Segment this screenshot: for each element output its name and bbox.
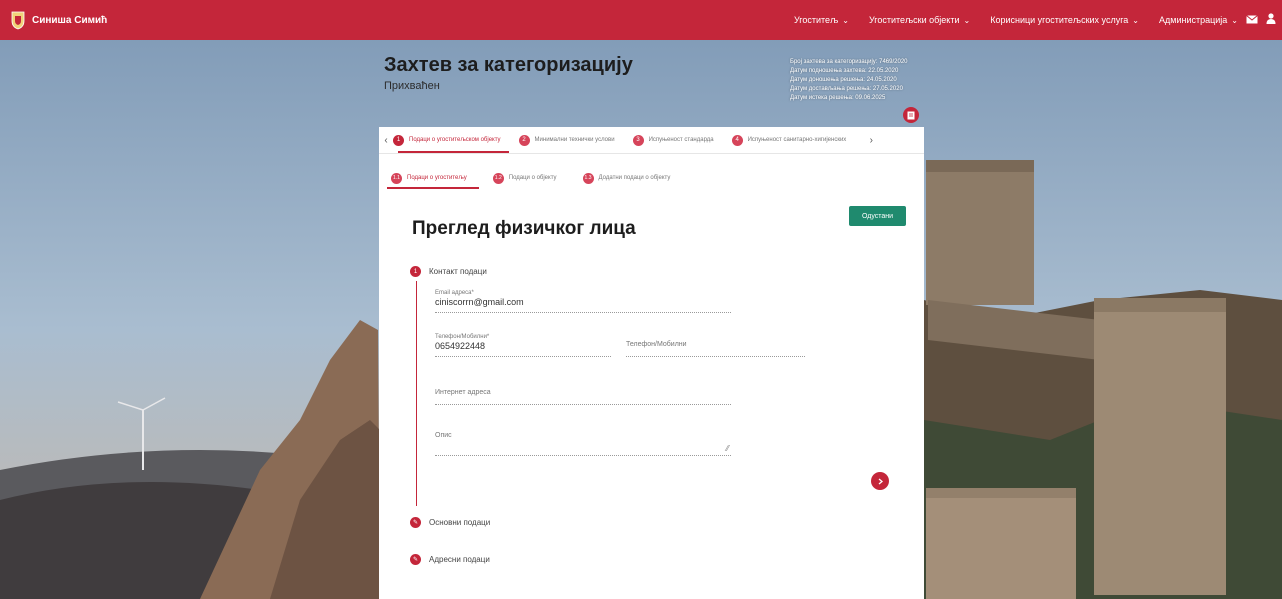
meta-line: Датум истека решења: 09.06.2025 xyxy=(790,95,886,101)
section-number: 1 xyxy=(410,266,421,277)
description-field[interactable]: Опис ⁄⁄ xyxy=(435,432,731,456)
phone-mobile-field[interactable]: Телефон/Мобилни* 0654922448 xyxy=(435,334,611,357)
form-title: Преглед физичког лица xyxy=(412,218,636,239)
step-min-technical[interactable]: 2 Минимални технички услови xyxy=(518,134,615,146)
chevron-left-icon[interactable]: ‹ xyxy=(379,135,393,146)
meta-line: Датум достављања решења: 27.05.2020 xyxy=(790,86,903,92)
subtab-caterer-data[interactable]: 1.1 Подаци о угоститељу xyxy=(391,172,467,184)
chevron-down-icon: ⌄ xyxy=(842,15,849,25)
main-menu: Угоститељ ⌄ Угоститељски објекти ⌄ Корисни… xyxy=(774,0,1238,40)
menu-caterer[interactable]: Угоститељ ⌄ xyxy=(794,15,849,25)
step-tabs: ‹ 1 Подаци о угоститељском објекту 2 Мин… xyxy=(379,127,924,154)
top-icons xyxy=(1238,0,1276,40)
subtab-additional-facility-data[interactable]: 1.3 Додатни подаци о објекту xyxy=(582,172,670,184)
user-name: Синиша Симић xyxy=(32,14,108,26)
edit-icon: ✎ xyxy=(410,517,421,528)
section-basic[interactable]: ✎ Основни подаци xyxy=(410,517,490,528)
step-standards[interactable]: 3 Испуњеност стандарда xyxy=(632,134,714,146)
step-facility-data[interactable]: 1 Подаци о угоститељском објекту xyxy=(393,134,501,146)
menu-service-users[interactable]: Корисници угоститељских услуга ⌄ xyxy=(990,15,1139,25)
chevron-down-icon: ⌄ xyxy=(1132,15,1139,25)
chevron-down-icon: ⌄ xyxy=(1231,15,1238,25)
menu-facilities[interactable]: Угоститељски објекти ⌄ xyxy=(869,15,970,25)
subtab-facility-data[interactable]: 1.2 Подаци о објекту xyxy=(492,172,557,184)
brand[interactable]: Синиша Симић xyxy=(0,0,107,40)
mail-icon[interactable] xyxy=(1246,11,1258,29)
edit-icon: ✎ xyxy=(410,554,421,565)
website-field[interactable]: Интернет адреса xyxy=(435,389,731,405)
user-icon[interactable] xyxy=(1266,11,1276,29)
phone-mobile-2-field[interactable]: Телефон/Мобилни xyxy=(626,341,805,357)
section-address[interactable]: ✎ Адресни подаци xyxy=(410,554,490,565)
section-line xyxy=(416,281,417,506)
active-subtab-indicator xyxy=(387,187,479,189)
chevron-right-icon[interactable]: › xyxy=(864,135,878,146)
meta-line: Број захтева за категоризацију: 7469/202… xyxy=(790,59,908,65)
active-step-indicator xyxy=(398,151,509,153)
coat-of-arms-icon xyxy=(11,11,25,30)
chevron-down-icon: ⌄ xyxy=(963,15,971,25)
request-meta: Број захтева за категоризацију: 7469/202… xyxy=(790,58,908,103)
cancel-button[interactable]: Одустани xyxy=(849,206,906,226)
chevron-right-icon xyxy=(878,478,883,484)
document-icon xyxy=(907,111,915,119)
menu-administration[interactable]: Администрација ⌄ xyxy=(1159,15,1238,25)
step-sanitary[interactable]: 4 Испуњеност санитарно-хигијенских xyxy=(731,134,846,146)
sub-tabs: 1.1 Подаци о угоститељу 1.2 Подаци о обј… xyxy=(379,167,924,189)
email-field[interactable]: Email адреса* ciniscorrn@gmail.com xyxy=(435,290,731,313)
meta-line: Датум подношења захтева: 22.05.2020 xyxy=(790,68,899,74)
section-contact[interactable]: 1 Контакт подаци xyxy=(410,266,487,277)
page-title: Захтев за категоризацију xyxy=(384,54,633,76)
request-card: ‹ 1 Подаци о угоститељском објекту 2 Мин… xyxy=(379,127,924,599)
resize-handle-icon[interactable]: ⁄⁄ xyxy=(726,444,729,453)
request-status: Прихваћен xyxy=(384,80,440,92)
next-button[interactable] xyxy=(871,472,889,490)
top-nav-bar: Синиша Симић Угоститељ ⌄ Угоститељски обј… xyxy=(0,0,1282,40)
meta-line: Датум доношења решења: 24.05.2020 xyxy=(790,77,897,83)
document-button[interactable] xyxy=(903,107,919,123)
